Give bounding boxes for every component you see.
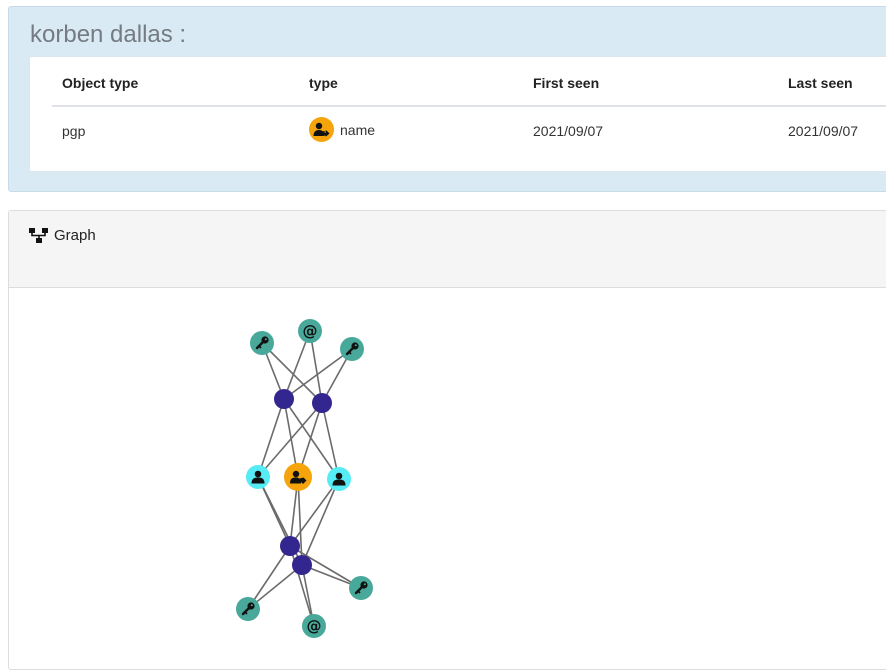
sitemap-icon bbox=[29, 227, 48, 243]
graph-node-circle bbox=[274, 389, 294, 409]
first-seen-cell: 2021/09/07 bbox=[533, 123, 604, 139]
graph-node-hub[interactable] bbox=[274, 389, 294, 409]
graph-node-hub[interactable] bbox=[312, 393, 332, 413]
object-table: Object type type First seen Last seen pg… bbox=[29, 56, 886, 172]
graph-node-circle bbox=[284, 463, 312, 491]
graph-node-name[interactable] bbox=[284, 463, 312, 491]
graph-edge bbox=[257, 398, 285, 478]
graph-panel-header: Graph bbox=[9, 211, 886, 288]
graph-node-circle bbox=[312, 393, 332, 413]
graph-panel: Graph @ @ bbox=[8, 210, 886, 670]
svg-text:@: @ bbox=[303, 322, 318, 340]
column-header-last-seen: Last seen bbox=[788, 75, 853, 91]
user-tag-icon bbox=[309, 117, 334, 142]
graph-canvas[interactable]: @ @ bbox=[9, 288, 886, 668]
graph-node-key[interactable] bbox=[349, 576, 373, 600]
network-graph[interactable]: @@ bbox=[9, 288, 886, 668]
graph-node-user[interactable] bbox=[327, 467, 351, 491]
at-icon: @ bbox=[307, 617, 322, 635]
graph-node-circle bbox=[280, 536, 300, 556]
graph-node-key[interactable] bbox=[340, 337, 364, 361]
page-title: korben dallas : bbox=[30, 21, 187, 48]
graph-node-hub[interactable] bbox=[280, 536, 300, 556]
graph-heading: Graph bbox=[29, 227, 96, 244]
graph-heading-label: Graph bbox=[54, 227, 96, 244]
object-info-panel: korben dallas : Object type type First s… bbox=[8, 6, 886, 192]
at-icon: @ bbox=[303, 322, 318, 340]
table-header-divider bbox=[52, 105, 886, 107]
last-seen-cell: 2021/09/07 bbox=[788, 123, 859, 139]
graph-node-key[interactable] bbox=[250, 331, 274, 355]
graph-node-email[interactable]: @ bbox=[302, 614, 326, 638]
graph-node-circle bbox=[292, 555, 312, 575]
column-header-type: type bbox=[309, 75, 338, 91]
object-type-cell: pgp bbox=[62, 123, 86, 139]
column-header-first-seen: First seen bbox=[533, 75, 600, 91]
column-header-object-type: Object type bbox=[62, 75, 139, 91]
svg-text:@: @ bbox=[307, 617, 322, 635]
graph-node-user[interactable] bbox=[246, 465, 270, 489]
graph-node-email[interactable]: @ bbox=[298, 319, 322, 343]
graph-node-hub[interactable] bbox=[292, 555, 312, 575]
graph-node-key[interactable] bbox=[236, 597, 260, 621]
type-cell: name bbox=[309, 117, 375, 142]
type-label: name bbox=[340, 121, 376, 138]
